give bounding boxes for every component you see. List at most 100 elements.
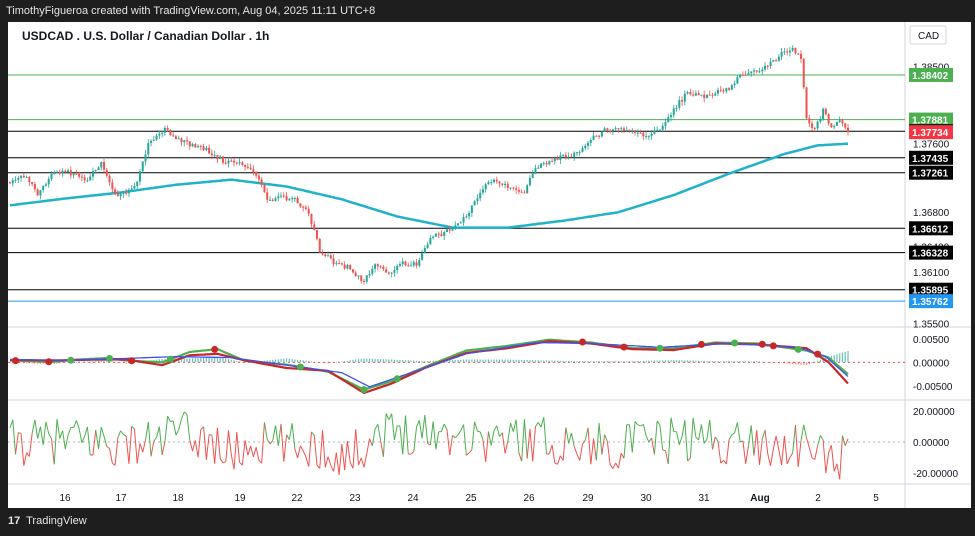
candle-body: [827, 114, 830, 124]
osc-segment: [167, 415, 171, 422]
time-tick-label: 25: [465, 493, 477, 504]
macd-histogram-bar: [604, 361, 606, 363]
macd-histogram-bar: [111, 361, 113, 363]
macd-histogram-bar: [521, 359, 523, 363]
candle-body: [31, 182, 34, 185]
tradingview-logo-icon: 17: [8, 515, 21, 527]
osc-segment: [634, 421, 639, 426]
osc-segment: [734, 422, 738, 433]
candle-body: [69, 170, 72, 176]
candle-body: [661, 125, 664, 130]
candle-body: [114, 189, 117, 194]
macd-histogram-bar: [501, 359, 503, 363]
osc-tick-label: 20.00000: [913, 407, 955, 418]
chart-canvas[interactable]: USDCAD . U.S. Dollar / Canadian Dollar .…: [8, 22, 971, 508]
osc-segment: [449, 435, 454, 455]
macd-histogram-bar: [545, 360, 548, 363]
osc-segment: [106, 446, 110, 449]
macd-histogram-bar: [479, 359, 481, 363]
candle-body: [722, 90, 725, 92]
macd-histogram-bar: [89, 361, 91, 363]
osc-segment: [731, 432, 735, 436]
osc-segment: [380, 440, 384, 457]
macd-tick-label: 0.00500: [913, 335, 950, 346]
osc-segment: [277, 423, 282, 446]
candle-body: [675, 107, 678, 109]
candle-body: [91, 171, 94, 177]
osc-segment: [23, 452, 28, 466]
macd-histogram-bar: [706, 360, 708, 363]
osc-segment: [266, 438, 271, 445]
macd-histogram-bar: [750, 361, 752, 363]
macd-histogram-bar: [819, 359, 821, 363]
time-tick-label: 26: [523, 493, 535, 504]
osc-segment: [175, 429, 180, 436]
osc-segment: [272, 425, 276, 441]
osc-segment: [158, 426, 163, 455]
tradingview-logo[interactable]: 17 TradingView: [8, 515, 87, 527]
candle-body: [711, 94, 714, 96]
macd-histogram-bar: [709, 361, 711, 363]
candle-body: [332, 258, 335, 264]
candle-body: [432, 236, 435, 238]
macd-histogram-bar: [338, 361, 340, 363]
macd-histogram-bar: [385, 359, 387, 363]
candle-body: [838, 120, 841, 123]
osc-segment: [477, 430, 481, 433]
osc-segment: [521, 419, 525, 462]
macd-histogram-bar: [291, 359, 293, 363]
macd-histogram-bar: [374, 358, 376, 363]
osc-segment: [255, 447, 260, 461]
macd-histogram-bar: [75, 361, 77, 363]
osc-segment: [252, 447, 257, 458]
candle-body: [835, 122, 838, 126]
osc-segment: [463, 424, 467, 456]
candle-body: [158, 133, 161, 136]
candle-body: [526, 185, 529, 194]
candle-body: [354, 272, 357, 277]
candle-body: [36, 189, 39, 196]
macd-histogram-bar: [847, 351, 849, 363]
candle-body: [75, 173, 78, 175]
candle-body: [291, 198, 294, 200]
candle-body: [363, 280, 366, 282]
macd-histogram-bar: [692, 360, 694, 363]
macd-histogram-bar: [327, 362, 329, 364]
macd-histogram-bar: [396, 359, 398, 363]
osc-segment: [515, 419, 520, 453]
macd-histogram-bar: [34, 362, 36, 364]
candle-body: [747, 73, 750, 76]
price-tick-label: 1.37600: [913, 140, 950, 151]
macd-histogram-bar: [532, 360, 534, 363]
candle-body: [263, 184, 266, 193]
osc-segment: [490, 430, 495, 446]
macd-histogram-bar: [634, 361, 636, 363]
macd-histogram-bar: [645, 360, 647, 363]
candle-body: [230, 160, 233, 162]
osc-segment: [711, 436, 716, 450]
osc-segment: [590, 438, 595, 465]
chart-area[interactable]: USDCAD . U.S. Dollar / Canadian Dollar .…: [8, 22, 971, 508]
macd-cross-dot: [211, 345, 219, 353]
osc-segment: [767, 454, 772, 466]
candle-body: [725, 88, 728, 92]
osc-segment: [263, 422, 268, 440]
osc-segment: [360, 457, 365, 468]
macd-histogram-bar: [534, 360, 537, 363]
candle-body: [639, 132, 642, 134]
candle-body: [506, 183, 509, 188]
candle-body: [520, 191, 523, 193]
macd-histogram-bar: [662, 360, 664, 363]
macd-histogram-bar: [366, 358, 368, 363]
macd-histogram-bar: [421, 361, 423, 363]
candle-body: [658, 129, 661, 131]
osc-segment: [772, 435, 777, 450]
macd-histogram-bar: [277, 359, 279, 363]
macd-histogram-bar: [103, 360, 105, 363]
candle-body: [468, 212, 471, 217]
macd-histogram-bar: [454, 359, 456, 363]
macd-histogram-bar: [518, 359, 520, 363]
macd-histogram-bar: [805, 362, 808, 366]
macd-histogram-bar: [117, 362, 119, 363]
macd-cross-dot: [360, 386, 368, 394]
